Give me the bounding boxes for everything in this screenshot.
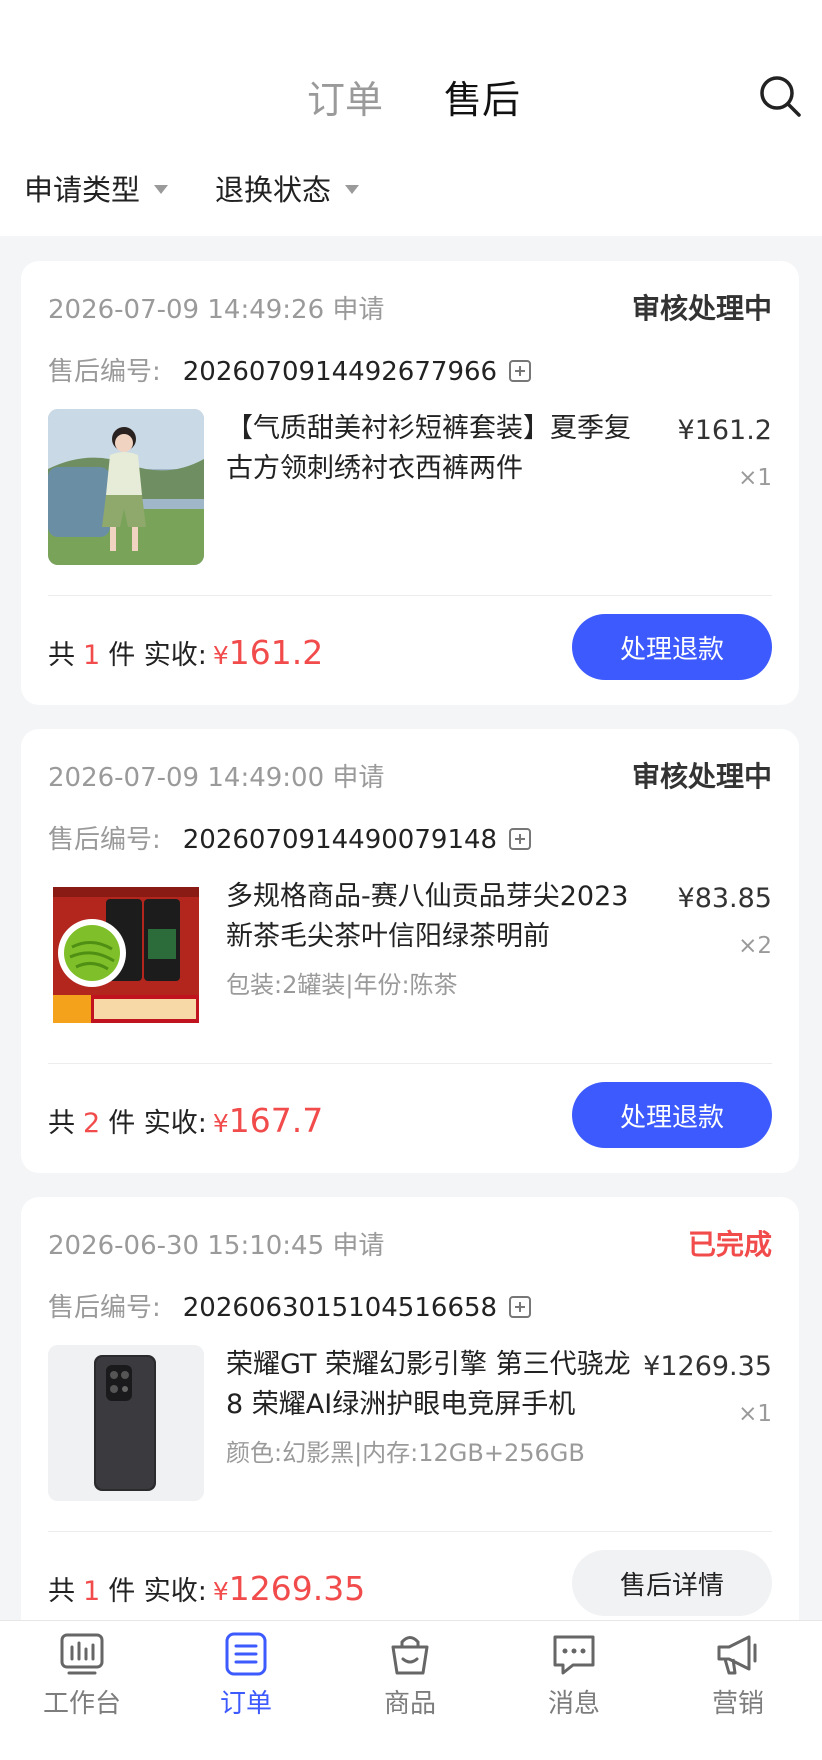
top-tabs: 订单 售后: [0, 70, 822, 130]
after-sales-card[interactable]: 2026-07-09 14:49:00 申请 审核处理中 售后编号: 202607…: [21, 729, 799, 1173]
received-amount: ¥1269.35: [213, 1569, 365, 1608]
unit-price: ¥83.85: [677, 883, 772, 914]
total-prefix: 共: [48, 1108, 75, 1139]
caret-down-icon: [154, 184, 169, 194]
amount-value: 161.2: [228, 633, 324, 672]
tabbar-label: 订单: [219, 1689, 272, 1719]
filter-return-status[interactable]: 退换状态: [215, 168, 360, 212]
after-sales-card[interactable]: 2026-06-30 15:10:45 申请 已完成 售后编号: 20260630…: [21, 1197, 799, 1620]
tabbar-item-orders[interactable]: 订单: [164, 1621, 328, 1731]
after-sales-number: 售后编号: 2026070914490079148: [48, 819, 532, 856]
product-title[interactable]: 【气质甜美衬衫短裤套装】夏季复古方领刺绣衬衣西裤两件: [226, 409, 646, 489]
sn-value: 2026063015104516658: [182, 1293, 498, 1323]
item-count: 1: [83, 640, 101, 671]
total-mid: 件 实收:: [108, 1576, 207, 1607]
tab-orders[interactable]: 订单: [307, 70, 383, 130]
item-count: 1: [83, 1576, 101, 1607]
sn-label: 售后编号:: [48, 825, 161, 855]
received-amount: ¥161.2: [213, 633, 323, 672]
product-image[interactable]: [48, 877, 204, 1033]
process-refund-button[interactable]: 处理退款: [572, 614, 772, 680]
caret-down-icon: [345, 184, 360, 194]
order-total: 共1件 实收: ¥1269.35: [48, 1569, 365, 1608]
amount-value: 1269.35: [228, 1569, 366, 1608]
product-spec: 包装:2罐装|年份:陈茶: [226, 971, 458, 999]
tabbar-label: 营销: [711, 1689, 764, 1719]
currency-symbol: ¥: [212, 1577, 229, 1606]
quantity: ×2: [738, 933, 772, 959]
copy-icon[interactable]: [509, 1295, 532, 1318]
order-list-icon: [225, 1632, 267, 1676]
product-image[interactable]: [48, 1345, 204, 1501]
filter-apply-type-label: 申请类型: [24, 173, 141, 207]
copy-icon[interactable]: [509, 359, 532, 382]
message-icon: [553, 1635, 595, 1675]
after-sales-card[interactable]: 2026-07-09 14:49:26 申请 审核处理中 售后编号: 202607…: [21, 261, 799, 705]
apply-date: 2026-07-09 14:49:00 申请: [48, 763, 385, 793]
unit-price: ¥1269.35: [643, 1351, 772, 1382]
apply-date: 2026-07-09 14:49:26 申请: [48, 295, 385, 325]
sn-label: 售后编号:: [48, 357, 161, 387]
search-icon[interactable]: [758, 74, 802, 118]
status-badge: 审核处理中: [631, 292, 772, 325]
tabbar-label: 工作台: [42, 1689, 121, 1719]
received-amount: ¥167.7: [213, 1101, 323, 1140]
amount-value: 167.7: [228, 1101, 324, 1140]
sn-label: 售后编号:: [48, 1293, 161, 1323]
after-sales-list[interactable]: 2026-07-09 14:49:26 申请 审核处理中 售后编号: 202607…: [0, 236, 822, 1620]
tabbar-item-workbench[interactable]: 工作台: [0, 1621, 164, 1731]
total-prefix: 共: [48, 1576, 75, 1607]
status-badge: 已完成: [687, 1228, 772, 1261]
total-prefix: 共: [48, 640, 75, 671]
after-sales-number: 售后编号: 2026070914492677966: [48, 351, 532, 388]
apply-date: 2026-06-30 15:10:45 申请: [48, 1231, 385, 1261]
tabbar-item-marketing[interactable]: 营销: [656, 1621, 820, 1731]
status-badge: 审核处理中: [631, 760, 772, 793]
currency-symbol: ¥: [212, 1109, 229, 1138]
dashboard-icon: [60, 1633, 104, 1675]
product-title[interactable]: 多规格商品-赛八仙贡品芽尖2023新茶毛尖茶叶信阳绿茶明前: [226, 877, 646, 957]
divider: [48, 1531, 772, 1532]
tabbar-label: 消息: [547, 1689, 600, 1719]
sn-value: 2026070914490079148: [182, 825, 498, 855]
shopping-bag-icon: [391, 1636, 429, 1675]
filter-apply-type[interactable]: 申请类型: [24, 168, 169, 212]
currency-symbol: ¥: [212, 641, 229, 670]
process-refund-button[interactable]: 处理退款: [572, 1082, 772, 1148]
filter-return-status-label: 退换状态: [215, 173, 332, 207]
tab-after-sales[interactable]: 售后: [444, 70, 520, 130]
sn-value: 2026070914492677966: [182, 357, 498, 387]
unit-price: ¥161.2: [677, 415, 772, 446]
order-total: 共2件 实收: ¥167.7: [48, 1101, 323, 1140]
order-total: 共1件 实收: ¥161.2: [48, 633, 323, 672]
product-image[interactable]: [48, 409, 204, 565]
divider: [48, 1063, 772, 1064]
total-mid: 件 实收:: [108, 1108, 207, 1139]
tabbar-label: 商品: [383, 1689, 436, 1719]
product-spec: 颜色:幻影黑|内存:12GB+256GB: [226, 1439, 585, 1467]
product-title[interactable]: 荣耀GT 荣耀幻影引擎 第三代骁龙8 荣耀AI绿洲护眼电竞屏手机: [226, 1345, 646, 1425]
quantity: ×1: [738, 1401, 772, 1427]
megaphone-icon: [717, 1635, 757, 1675]
tabbar-item-products[interactable]: 商品: [328, 1621, 492, 1731]
divider: [48, 595, 772, 596]
top-header: 订单 售后 申请类型 退换状态: [0, 0, 822, 236]
bottom-tab-bar: 工作台 订单 商品 消息 营销: [0, 1620, 822, 1760]
after-sales-number: 售后编号: 2026063015104516658: [48, 1287, 532, 1324]
copy-icon[interactable]: [509, 827, 532, 850]
item-count: 2: [83, 1108, 101, 1139]
tabbar-item-messages[interactable]: 消息: [492, 1621, 656, 1731]
total-mid: 件 实收:: [108, 640, 207, 671]
after-sales-detail-button[interactable]: 售后详情: [572, 1550, 772, 1616]
quantity: ×1: [738, 465, 772, 491]
